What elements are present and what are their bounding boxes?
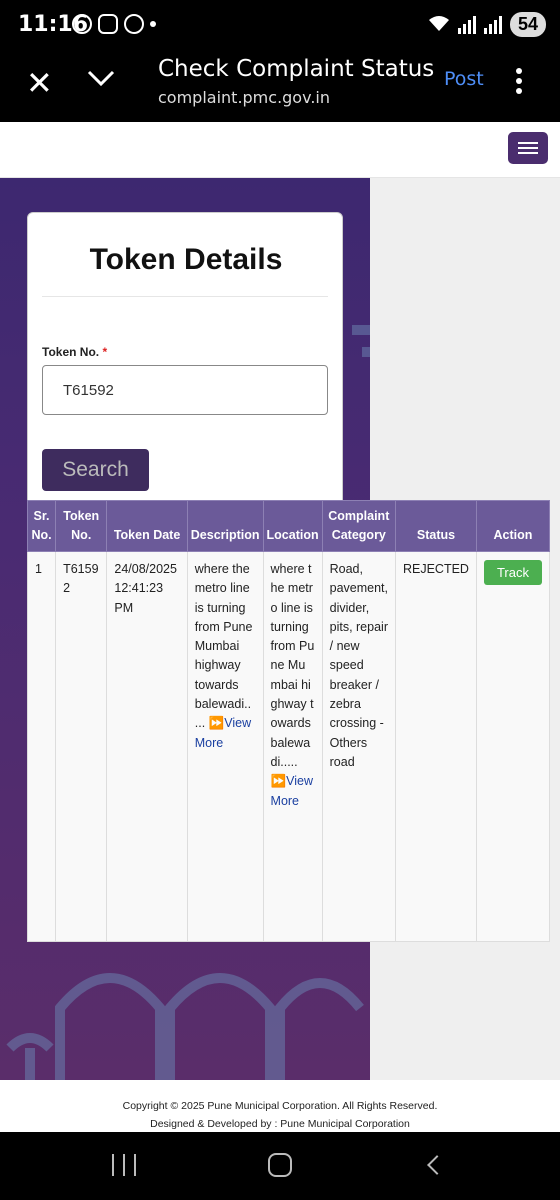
token-label: Token No. *	[42, 345, 107, 359]
location-view-more-link[interactable]: ⏩View More	[271, 774, 313, 807]
track-button[interactable]: Track	[483, 560, 542, 585]
system-nav-bar	[0, 1132, 560, 1200]
snapchat-icon	[124, 14, 144, 34]
cell-category: Road, pavement, divider, pits, repair / …	[321, 551, 396, 942]
whatsapp-icon	[72, 14, 92, 34]
battery-indicator: 54	[509, 12, 546, 37]
col-token-no: Token No.	[55, 500, 108, 552]
complaint-table: Sr. No. Token No. Token Date Description…	[26, 500, 551, 942]
instagram-icon	[98, 14, 118, 34]
wifi-icon	[428, 14, 450, 35]
signal-roaming-icon	[483, 15, 502, 34]
col-sr-no: Sr. No.	[26, 500, 57, 552]
cell-status: REJECTED	[394, 551, 477, 942]
col-location: Location	[262, 500, 323, 552]
required-mark: *	[102, 345, 108, 359]
col-token-date: Token Date	[106, 500, 188, 552]
cell-action: Track	[475, 551, 551, 942]
page-title: Check Complaint Status	[158, 56, 435, 82]
browser-toolbar: ✕ Check Complaint Status complaint.pmc.g…	[0, 52, 560, 122]
token-input[interactable]	[42, 365, 328, 415]
col-category: Complaint Category	[321, 500, 396, 552]
divider	[42, 296, 328, 297]
signal-icon	[457, 15, 476, 34]
search-button[interactable]: Search	[42, 449, 149, 491]
notification-icons	[72, 14, 156, 34]
cell-token: T61592	[55, 551, 108, 942]
back-icon[interactable]	[427, 1155, 447, 1175]
chevron-down-icon[interactable]	[86, 66, 116, 90]
designed-by-text: Designed & Developed by : Pune Municipal…	[150, 1118, 410, 1130]
fast-forward-icon: ⏩	[208, 716, 225, 731]
location-text: where the metro line is turning from Pun…	[270, 562, 315, 769]
description-text: where the metro line is turning from Pun…	[194, 562, 253, 731]
status-bar: 11:16 54	[0, 0, 560, 52]
table-row: 1 T61592 24/08/2025 12:41:23 PM where th…	[26, 551, 551, 942]
page-url: complaint.pmc.gov.in	[158, 88, 330, 107]
fast-forward-icon: ⏩	[270, 774, 287, 789]
close-icon[interactable]: ✕	[26, 64, 53, 102]
col-action: Action	[475, 500, 551, 552]
recent-apps-icon[interactable]	[112, 1154, 136, 1176]
system-icons: 54	[428, 12, 546, 37]
home-icon[interactable]	[268, 1153, 292, 1177]
menu-toggle-button[interactable]	[508, 132, 548, 164]
copyright-text: Copyright © 2025 Pune Municipal Corporat…	[122, 1100, 438, 1112]
col-status: Status	[394, 500, 477, 552]
site-header	[0, 122, 560, 178]
cell-date: 24/08/2025 12:41:23 PM	[106, 551, 188, 942]
more-options-icon[interactable]	[514, 68, 524, 94]
site-footer: Copyright © 2025 Pune Municipal Corporat…	[0, 1080, 560, 1132]
post-button[interactable]: Post	[444, 68, 484, 90]
col-description: Description	[186, 500, 264, 552]
cell-sr: 1	[26, 551, 57, 942]
table-header-row: Sr. No. Token No. Token Date Description…	[26, 500, 551, 552]
cell-description: where the metro line is turning from Pun…	[186, 551, 264, 942]
cell-location: where the metro line is turning from Pun…	[262, 551, 323, 942]
token-label-text: Token No.	[42, 345, 100, 359]
more-notifications-icon	[150, 21, 156, 27]
card-heading: Token Details	[89, 243, 283, 276]
